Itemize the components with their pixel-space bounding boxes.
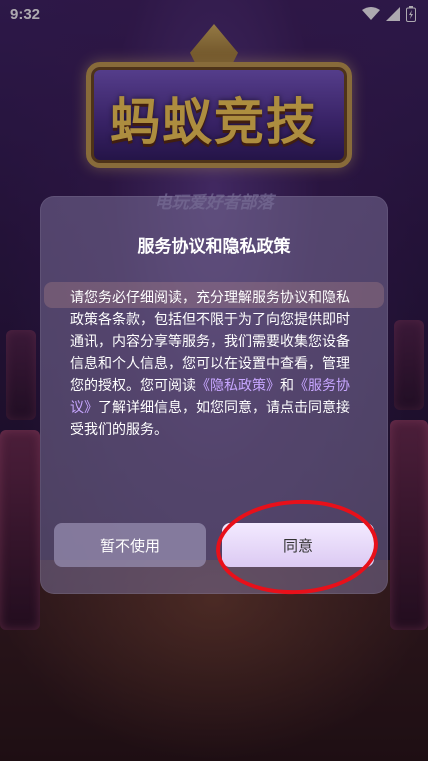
decline-button-label: 暂不使用 [99, 536, 160, 555]
dialog-body-text-end: 了解详细信息，如您同意，请点击同意接受我们的服务。 [70, 400, 350, 438]
decline-button[interactable]: 暂不使用 [54, 523, 206, 567]
dialog-title: 服务协议和隐私政策 [137, 237, 291, 257]
dialog-body: 请您务必仔细阅读，充分理解服务协议和隐私政策各条款，包括但不限于为了向您提供即时… [70, 287, 362, 441]
privacy-policy-link[interactable]: 《隐私政策》 [196, 378, 280, 394]
dialog-and-text: 和 [280, 378, 294, 394]
